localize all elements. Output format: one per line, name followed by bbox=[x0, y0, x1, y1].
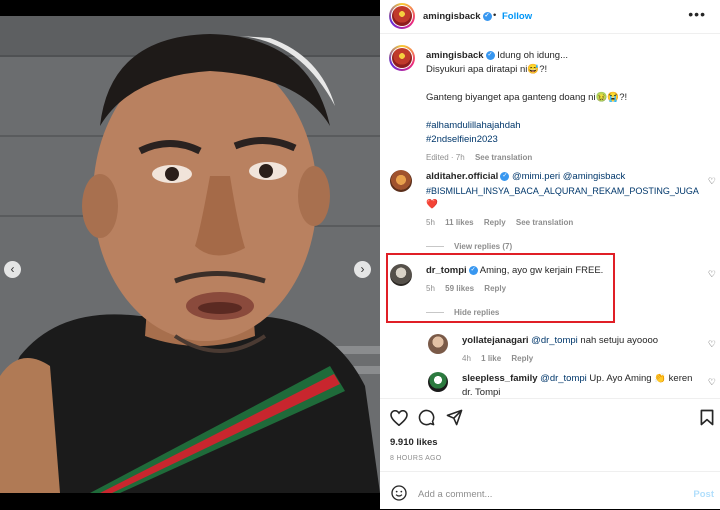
comment-hashtag[interactable]: #BISMILLAH_INSYA_BACA_ALQURAN_REKAM_POST… bbox=[426, 184, 706, 198]
bookmark-save-icon[interactable] bbox=[700, 409, 714, 426]
comment-username[interactable]: dr_tompi bbox=[426, 265, 467, 276]
verified-badge-icon: ✓ bbox=[485, 50, 495, 60]
like-comment-heart-icon[interactable]: ♡ bbox=[708, 269, 716, 280]
emoji-smiley-icon[interactable] bbox=[391, 485, 407, 501]
see-translation-link[interactable]: See translation bbox=[475, 153, 532, 162]
reply-button[interactable]: Reply bbox=[484, 218, 506, 227]
reply-mention[interactable]: @dr_tompi bbox=[540, 373, 587, 384]
separator-dot: • bbox=[493, 10, 497, 21]
post-details-panel: amingisback ✓ • Follow ••• amingisback ✓ I… bbox=[380, 0, 720, 509]
replier-avatar[interactable] bbox=[428, 334, 448, 354]
caption-line-3: Ganteng biyanget apa ganteng doang ni🤢😭?… bbox=[426, 92, 628, 103]
verified-badge-icon: ✓ bbox=[500, 171, 510, 181]
comments-scroll-area[interactable]: amingisback ✓ Idung oh idung... Disyukuri… bbox=[380, 35, 720, 397]
reply-button[interactable]: Reply bbox=[484, 284, 506, 293]
add-comment-input[interactable]: Add a comment... bbox=[418, 489, 492, 500]
reply-text-continued: dr. Tompi bbox=[462, 387, 501, 397]
like-comment-heart-icon[interactable]: ♡ bbox=[708, 176, 716, 187]
previous-slide-button[interactable]: ‹ bbox=[4, 261, 21, 278]
hide-replies-button[interactable]: Hide replies bbox=[454, 308, 499, 317]
reply-text: nah setuju ayoooo bbox=[580, 335, 659, 346]
add-comment-bar: Add a comment... Post bbox=[380, 471, 720, 510]
like-comment-heart-icon[interactable]: ♡ bbox=[708, 377, 716, 388]
comment-time: 5h bbox=[426, 284, 435, 293]
comment-text: Aming, ayo gw kerjain FREE. bbox=[479, 265, 604, 276]
chevron-right-icon: › bbox=[360, 262, 365, 276]
comment-username[interactable]: alditaher.official bbox=[426, 171, 498, 182]
instagram-post-window: ‹ › amingisback ✓ • Follow ••• amingisba… bbox=[0, 0, 720, 509]
reply-username[interactable]: sleepless_family bbox=[462, 373, 538, 384]
caption-username[interactable]: amingisback bbox=[426, 50, 484, 61]
comment-time: 5h bbox=[426, 218, 435, 227]
post-actions: 9.910 likes 8 HOURS AGO Add a comment...… bbox=[380, 398, 720, 509]
comment-likes[interactable]: 11 likes bbox=[445, 218, 473, 227]
view-replies-button[interactable]: View replies (7) bbox=[454, 242, 512, 251]
commenter-avatar[interactable] bbox=[390, 170, 412, 192]
reply-username[interactable]: yollatejanagari bbox=[462, 335, 529, 346]
heart-emoji-icon: ❤️ bbox=[426, 199, 438, 210]
selfie-photo bbox=[0, 16, 380, 493]
post-media[interactable]: ‹ › bbox=[0, 16, 380, 493]
author-avatar[interactable] bbox=[389, 3, 415, 29]
post-comment-button[interactable]: Post bbox=[693, 489, 714, 500]
like-heart-icon[interactable] bbox=[390, 410, 408, 426]
post-like-count[interactable]: 9.910 likes bbox=[390, 437, 438, 448]
reply: yollatejanagari @dr_tompi nah setuju ayo… bbox=[462, 334, 702, 366]
comment-mentions[interactable]: @mimi.peri @amingisback bbox=[512, 171, 625, 182]
caption-edited-time: Edited · 7h bbox=[426, 153, 465, 162]
share-send-icon[interactable] bbox=[446, 409, 463, 426]
replier-avatar[interactable] bbox=[428, 372, 448, 392]
see-translation-link[interactable]: See translation bbox=[516, 218, 573, 227]
comment-likes[interactable]: 59 likes bbox=[445, 284, 474, 293]
reply-text: Up. Ayo Aming 👏 keren bbox=[589, 373, 693, 384]
verified-badge-icon: ✓ bbox=[482, 11, 492, 21]
next-slide-button[interactable]: › bbox=[354, 261, 371, 278]
follow-button[interactable]: Follow bbox=[502, 11, 532, 22]
hashtag-link[interactable]: #alhamdulillahajahdah bbox=[426, 119, 711, 133]
comment: dr_tompi ✓ Aming, ayo gw kerjain FREE. 5h… bbox=[426, 264, 616, 320]
reply-button[interactable]: Reply bbox=[511, 354, 533, 363]
commenter-avatar[interactable] bbox=[390, 264, 412, 286]
comment-bubble-icon[interactable] bbox=[418, 409, 435, 426]
like-comment-heart-icon[interactable]: ♡ bbox=[708, 339, 716, 350]
reply-likes[interactable]: 1 like bbox=[481, 354, 501, 363]
caption: amingisback ✓ Idung oh idung... Disyukuri… bbox=[426, 49, 711, 165]
caption-line-1: Idung oh idung... bbox=[497, 50, 568, 61]
hashtag-link[interactable]: #2ndselfiein2023 bbox=[426, 133, 711, 147]
caption-line-2: Disyukuri apa diratapi ni😅?! bbox=[426, 64, 548, 75]
reply-time: 4h bbox=[462, 354, 471, 363]
comment: alditaher.official ✓ @mimi.peri @amingisb… bbox=[426, 170, 706, 254]
reply-mention[interactable]: @dr_tompi bbox=[531, 335, 578, 346]
caption-author-avatar[interactable] bbox=[389, 45, 415, 71]
reply: sleepless_family @dr_tompi Up. Ayo Aming… bbox=[462, 372, 702, 397]
post-timestamp[interactable]: 8 HOURS AGO bbox=[390, 455, 442, 462]
chevron-left-icon: ‹ bbox=[10, 262, 15, 276]
verified-badge-icon: ✓ bbox=[468, 265, 478, 275]
post-header: amingisback ✓ • Follow ••• bbox=[380, 0, 720, 34]
more-options-icon[interactable]: ••• bbox=[688, 6, 706, 22]
author-username[interactable]: amingisback ✓ bbox=[423, 11, 492, 22]
